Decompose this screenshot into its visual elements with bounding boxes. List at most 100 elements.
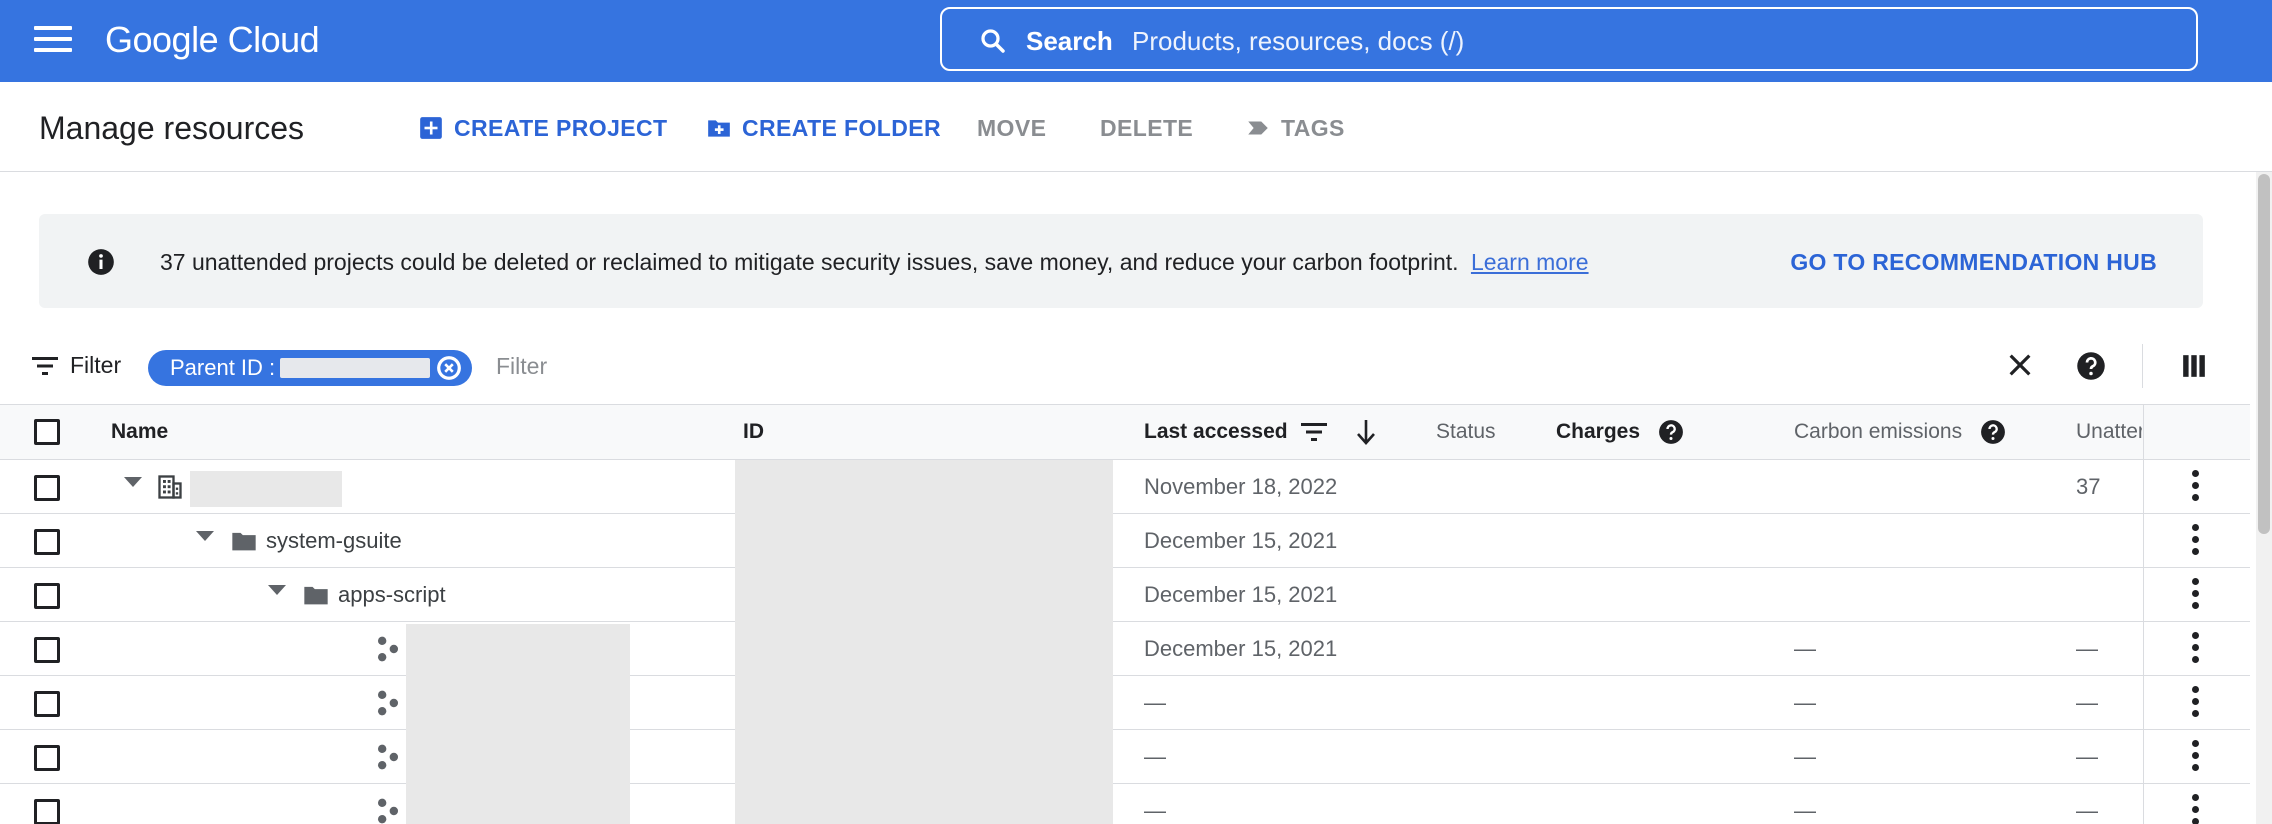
chip-remove-icon[interactable] xyxy=(436,355,462,381)
collapse-caret-icon[interactable] xyxy=(124,477,142,487)
carbon-emissions-cell: — xyxy=(1794,798,1816,823)
column-header-charges[interactable]: Charges xyxy=(1556,419,1684,445)
top-app-bar: Google Cloud Search Products, resources,… xyxy=(0,0,2272,82)
last-accessed-label: Last accessed xyxy=(1144,420,1288,443)
project-icon xyxy=(377,798,399,824)
sort-descending-icon[interactable] xyxy=(1355,419,1377,446)
unattended-cell: 37 xyxy=(2076,474,2101,499)
search-placeholder: Products, resources, docs (/) xyxy=(1132,26,1465,56)
info-icon xyxy=(88,249,114,275)
table-row[interactable]: November 18, 2022 37 xyxy=(0,460,2250,514)
search-bar[interactable]: Search Products, resources, docs (/) xyxy=(940,7,2198,71)
table-row[interactable]: system-gsuite December 15, 2021 xyxy=(0,514,2250,568)
table-header: Name ID Last accessed Status Charges Car… xyxy=(0,404,2250,460)
collapse-caret-icon[interactable] xyxy=(196,531,214,541)
filter-label: Filter xyxy=(70,352,122,378)
last-accessed-cell: December 15, 2021 xyxy=(1144,528,1338,553)
unattended-cell: — xyxy=(2076,690,2098,715)
sort-options-icon[interactable] xyxy=(1301,421,1328,443)
go-to-recommendation-hub-button[interactable]: GO TO RECOMMENDATION HUB xyxy=(1790,247,2157,277)
tags-label: TAGS xyxy=(1281,114,1345,141)
project-icon xyxy=(377,690,399,716)
last-accessed-cell: December 15, 2021 xyxy=(1144,582,1338,607)
banner-message-text: 37 unattended projects could be deleted … xyxy=(160,249,1459,275)
table-row[interactable]: — — — xyxy=(0,730,2250,784)
row-actions-menu-icon[interactable] xyxy=(2183,470,2207,504)
row-actions-menu-icon[interactable] xyxy=(2183,686,2207,720)
chip-value-redacted xyxy=(280,358,430,378)
google-cloud-logo[interactable]: Google Cloud xyxy=(105,16,320,64)
parent-id-filter-chip[interactable]: Parent ID : xyxy=(148,350,472,386)
table-row[interactable]: December 15, 2021 — — xyxy=(0,622,2250,676)
filter-bar: Filter Parent ID : xyxy=(0,340,2250,394)
unattended-cell: — xyxy=(2076,798,2098,823)
help-icon[interactable] xyxy=(2076,351,2106,381)
select-all-checkbox[interactable] xyxy=(34,419,60,445)
carbon-emissions-label: Carbon emissions xyxy=(1794,420,1963,443)
row-checkbox[interactable] xyxy=(34,583,60,609)
redacted-organization-name xyxy=(190,471,342,507)
column-header-status[interactable]: Status xyxy=(1436,419,1496,445)
row-checkbox[interactable] xyxy=(34,475,60,501)
row-actions-menu-icon[interactable] xyxy=(2183,578,2207,612)
delete-button[interactable]: DELETE xyxy=(1100,112,1193,144)
clear-filter-icon[interactable] xyxy=(2004,349,2036,381)
resource-name[interactable]: apps-script xyxy=(338,582,446,608)
move-label: MOVE xyxy=(977,114,1047,141)
learn-more-link[interactable]: Learn more xyxy=(1471,249,1589,275)
unattended-cell: — xyxy=(2076,636,2098,661)
column-header-last-accessed[interactable]: Last accessed xyxy=(1144,419,1377,446)
folder-icon xyxy=(232,532,256,551)
vertical-scrollbar-thumb[interactable] xyxy=(2258,174,2270,534)
recommendation-banner: 37 unattended projects could be deleted … xyxy=(39,214,2203,308)
column-header-carbon-emissions[interactable]: Carbon emissions xyxy=(1794,419,2006,445)
table-row[interactable]: apps-script December 15, 2021 xyxy=(0,568,2250,622)
charges-help-icon[interactable] xyxy=(1658,419,1684,445)
row-checkbox[interactable] xyxy=(34,637,60,663)
last-accessed-cell: — xyxy=(1144,744,1166,769)
add-box-icon xyxy=(420,117,442,139)
actions-column-divider xyxy=(2143,404,2144,824)
row-checkbox[interactable] xyxy=(34,799,60,824)
table-row[interactable]: — — — xyxy=(0,784,2250,824)
toolbar-divider xyxy=(2142,344,2143,388)
table-row[interactable]: — — — xyxy=(0,676,2250,730)
column-header-name[interactable]: Name xyxy=(111,419,168,445)
carbon-help-icon[interactable] xyxy=(1980,419,2006,445)
column-header-unattended[interactable]: Unatter xyxy=(2076,419,2142,445)
project-icon xyxy=(377,636,399,662)
row-actions-menu-icon[interactable] xyxy=(2183,740,2207,774)
column-display-icon[interactable] xyxy=(2181,353,2207,379)
row-checkbox[interactable] xyxy=(34,691,60,717)
row-actions-menu-icon[interactable] xyxy=(2183,632,2207,666)
carbon-emissions-cell: — xyxy=(1794,636,1816,661)
organization-icon xyxy=(158,475,182,499)
row-actions-menu-icon[interactable] xyxy=(2183,524,2207,558)
create-folder-label: CREATE FOLDER xyxy=(742,114,941,141)
redacted-id-column xyxy=(735,460,1113,824)
create-folder-button[interactable]: CREATE FOLDER xyxy=(706,112,941,144)
create-project-button[interactable]: CREATE PROJECT xyxy=(418,112,667,144)
banner-message: 37 unattended projects could be deleted … xyxy=(160,247,1589,277)
last-accessed-cell: — xyxy=(1144,690,1166,715)
delete-label: DELETE xyxy=(1100,114,1194,141)
resource-name[interactable]: system-gsuite xyxy=(266,528,402,554)
main-menu-icon[interactable] xyxy=(34,26,72,54)
page-title: Manage resources xyxy=(39,110,305,146)
create-folder-icon xyxy=(708,120,730,137)
filter-input[interactable] xyxy=(496,348,1196,384)
move-button[interactable]: MOVE xyxy=(977,112,1046,144)
last-accessed-cell: — xyxy=(1144,798,1166,823)
filter-list-icon xyxy=(32,356,58,375)
filter-button[interactable]: Filter xyxy=(32,352,121,379)
row-actions-menu-icon[interactable] xyxy=(2183,794,2207,824)
collapse-caret-icon[interactable] xyxy=(268,585,286,595)
row-checkbox[interactable] xyxy=(34,529,60,555)
column-header-id[interactable]: ID xyxy=(743,419,764,445)
redacted-project-names xyxy=(406,624,630,824)
tags-button[interactable]: TAGS xyxy=(1245,112,1345,144)
search-icon xyxy=(981,29,1005,53)
row-checkbox[interactable] xyxy=(34,745,60,771)
page-toolbar: Manage resources CREATE PROJECT CREATE F… xyxy=(0,82,2272,172)
charges-label: Charges xyxy=(1556,420,1641,443)
